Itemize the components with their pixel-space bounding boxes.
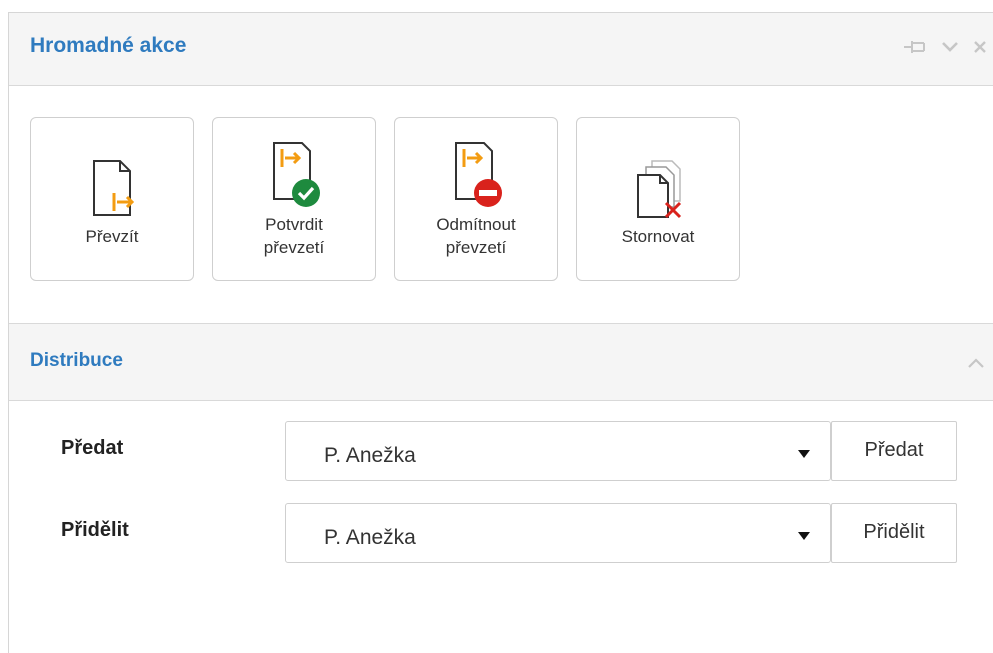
predat-label: Předat <box>61 437 124 459</box>
caret-down-icon <box>798 532 810 540</box>
panel-title: Hromadné akce <box>30 34 187 57</box>
document-reject-icon <box>455 142 502 207</box>
select-value: P. Anežka <box>324 444 416 467</box>
panel-header: Hromadné akce <box>9 13 993 86</box>
pridelit-button[interactable]: Přidělit <box>831 503 957 563</box>
odmitnout-prevzeti-button[interactable]: Odmítnout převzetí <box>394 117 558 281</box>
action-label: Odmítnout převzetí <box>436 215 516 257</box>
chevron-down-icon[interactable] <box>941 41 959 53</box>
chevron-up-icon[interactable] <box>967 356 985 374</box>
prevzit-button[interactable]: Převzít <box>30 117 194 281</box>
action-label: Stornovat <box>621 226 695 246</box>
section-title: Distribuce <box>30 350 123 371</box>
distribuce-section-header[interactable]: Distribuce <box>9 323 993 401</box>
action-buttons: Převzít Potvrdit převzetí Odmítnout přev… <box>30 117 740 281</box>
action-label: Potvrdit převzetí <box>263 215 325 257</box>
stornovat-button[interactable]: Stornovat <box>576 117 740 281</box>
caret-down-icon <box>798 450 810 458</box>
documents-cancel-icon <box>637 159 682 218</box>
close-icon[interactable] <box>973 40 987 54</box>
pridelit-label: Přidělit <box>61 519 129 541</box>
panel-header-tools <box>903 39 987 55</box>
pin-icon[interactable] <box>903 39 927 55</box>
predat-row: Předat P. Anežka Předat <box>9 421 993 483</box>
potvrdit-prevzeti-button[interactable]: Potvrdit převzetí <box>212 117 376 281</box>
predat-select[interactable]: P. Anežka <box>285 421 831 481</box>
pridelit-select[interactable]: P. Anežka <box>285 503 831 563</box>
action-label: Převzít <box>85 226 139 246</box>
pridelit-row: Přidělit P. Anežka Přidělit <box>9 503 993 565</box>
bulk-actions-panel: Hromadné akce Převzít Potvrdit převzetí … <box>8 12 993 653</box>
document-confirm-icon <box>273 142 320 207</box>
predat-button[interactable]: Předat <box>831 421 957 481</box>
select-value: P. Anežka <box>324 526 416 549</box>
document-takeover-icon <box>93 159 135 216</box>
